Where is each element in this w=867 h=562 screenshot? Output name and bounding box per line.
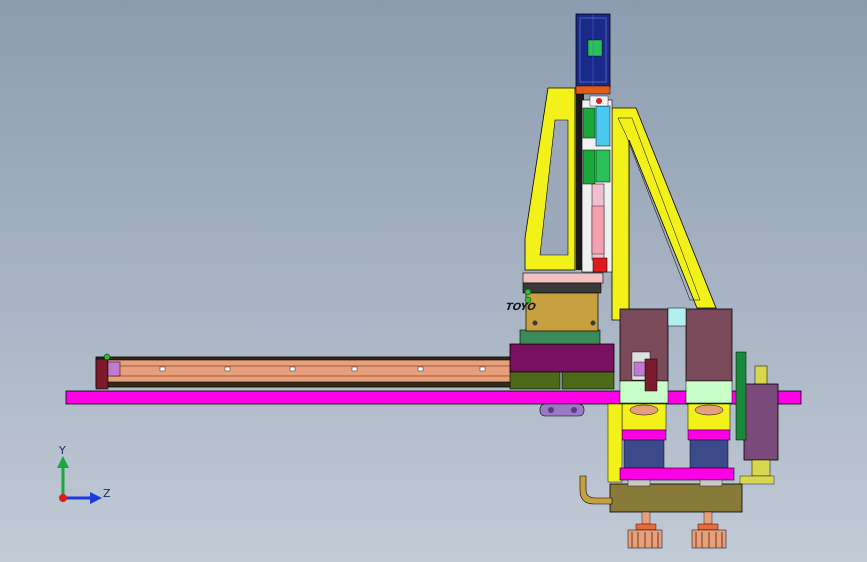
side-motor xyxy=(735,351,779,485)
gripper-cylinder-left xyxy=(619,308,669,469)
vertical-axis-module xyxy=(581,95,613,273)
x-axis-marker xyxy=(59,494,67,502)
coordinate-triad: Y Z xyxy=(57,444,111,504)
rail-endstop xyxy=(644,358,658,392)
gripper-head xyxy=(609,467,743,513)
sensor xyxy=(633,361,647,377)
diagonal-brace xyxy=(611,107,717,321)
vertical-frame xyxy=(524,87,584,271)
elbow-fitting xyxy=(579,475,613,505)
toyo-module: TOYO xyxy=(505,272,604,332)
connector-block xyxy=(667,307,687,327)
toyo-logo: TOYO xyxy=(505,302,537,313)
vertical-motor xyxy=(575,13,611,95)
vacuum-cup-right xyxy=(691,511,727,549)
vacuum-cup-left xyxy=(627,511,663,549)
y-axis-label: Y xyxy=(58,444,66,457)
cad-viewport[interactable]: TOYO Y Z xyxy=(0,0,867,562)
z-axis-label: Z xyxy=(103,487,111,500)
linear-rail xyxy=(95,353,521,390)
gripper-cylinder-right xyxy=(685,308,733,469)
